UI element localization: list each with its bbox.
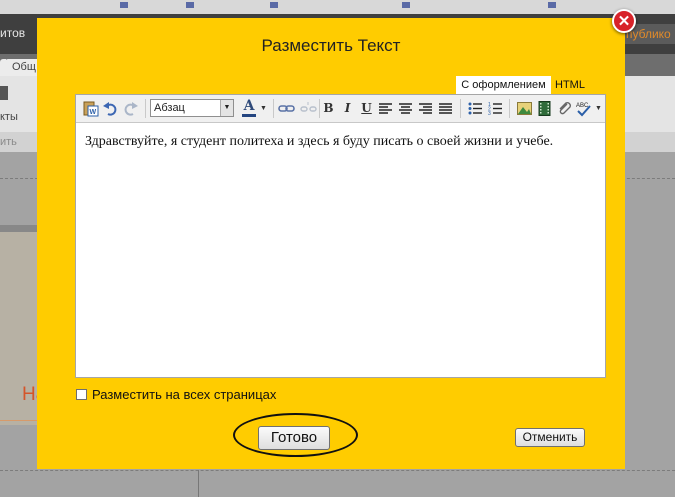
font-color-label: A xyxy=(243,98,255,114)
place-on-all-pages-checkbox[interactable] xyxy=(76,389,87,400)
background-divider xyxy=(0,470,675,471)
editor-toolbar: W Абзац ▼ A ▼ B I U 1 2 3 ABC ▼ xyxy=(76,95,605,123)
chevron-down-icon[interactable]: ▼ xyxy=(260,100,268,117)
attachment-icon[interactable] xyxy=(556,100,573,117)
bg-mark xyxy=(186,2,194,8)
align-justify-icon[interactable] xyxy=(437,100,454,117)
bulleted-list-icon[interactable] xyxy=(467,100,484,117)
toolbar-separator xyxy=(509,99,510,118)
unlink-icon[interactable] xyxy=(300,100,317,117)
format-select-value: Абзац xyxy=(154,102,185,114)
toolbar-separator xyxy=(273,99,274,118)
background-tools-label: кты xyxy=(0,111,18,123)
bg-mark xyxy=(270,2,278,8)
bold-button[interactable]: B xyxy=(320,100,337,117)
font-color-bar xyxy=(242,114,256,117)
chevron-down-icon[interactable]: ▼ xyxy=(595,100,603,117)
tab-formatted[interactable]: С оформлением xyxy=(456,76,551,94)
link-icon[interactable] xyxy=(278,100,295,117)
chevron-down-icon: ▼ xyxy=(220,100,233,116)
insert-image-icon[interactable] xyxy=(516,100,533,117)
align-right-icon[interactable] xyxy=(417,100,434,117)
toolbar-separator xyxy=(145,99,146,118)
background-vertical-divider xyxy=(198,470,199,497)
document-icon xyxy=(0,86,8,100)
place-on-all-pages-label[interactable]: Разместить на всех страницах xyxy=(92,387,276,403)
done-button[interactable]: Готово xyxy=(258,426,330,450)
numbered-list-icon[interactable]: 123 xyxy=(487,100,504,117)
close-icon[interactable]: ✕ xyxy=(612,9,636,33)
background-subbar-text: ить xyxy=(0,136,17,148)
insert-video-icon[interactable] xyxy=(536,100,553,117)
underline-button[interactable]: U xyxy=(358,100,375,117)
align-left-icon[interactable] xyxy=(377,100,394,117)
paste-from-word-icon[interactable]: W xyxy=(82,100,99,117)
svg-text:W: W xyxy=(90,109,97,116)
background-accent-line xyxy=(0,420,37,421)
editor-content[interactable]: Здравствуйте, я студент политеха и здесь… xyxy=(85,131,585,153)
toolbar-separator xyxy=(460,99,461,118)
spellcheck-icon[interactable]: ABC xyxy=(575,100,592,117)
background-header-text: итов xyxy=(0,26,26,40)
cancel-button[interactable]: Отменить xyxy=(515,428,585,447)
redo-icon[interactable] xyxy=(122,100,139,117)
font-color-icon[interactable]: A xyxy=(241,98,257,118)
rich-text-editor[interactable]: W Абзац ▼ A ▼ B I U 1 2 3 ABC ▼ Здравств… xyxy=(75,94,606,378)
background-top-strip xyxy=(0,0,675,15)
dialog-title: Разместить Текст xyxy=(261,36,401,55)
undo-icon[interactable] xyxy=(102,100,119,117)
tab-html[interactable]: HTML xyxy=(555,76,595,94)
bg-mark xyxy=(120,2,128,8)
background-tab[interactable]: Общ xyxy=(5,59,37,76)
align-center-icon[interactable] xyxy=(397,100,414,117)
italic-button[interactable]: I xyxy=(339,100,356,117)
bg-mark xyxy=(548,2,556,8)
bg-mark xyxy=(402,2,410,8)
paragraph-format-select[interactable]: Абзац ▼ xyxy=(150,99,234,117)
svg-text:3: 3 xyxy=(488,111,491,117)
